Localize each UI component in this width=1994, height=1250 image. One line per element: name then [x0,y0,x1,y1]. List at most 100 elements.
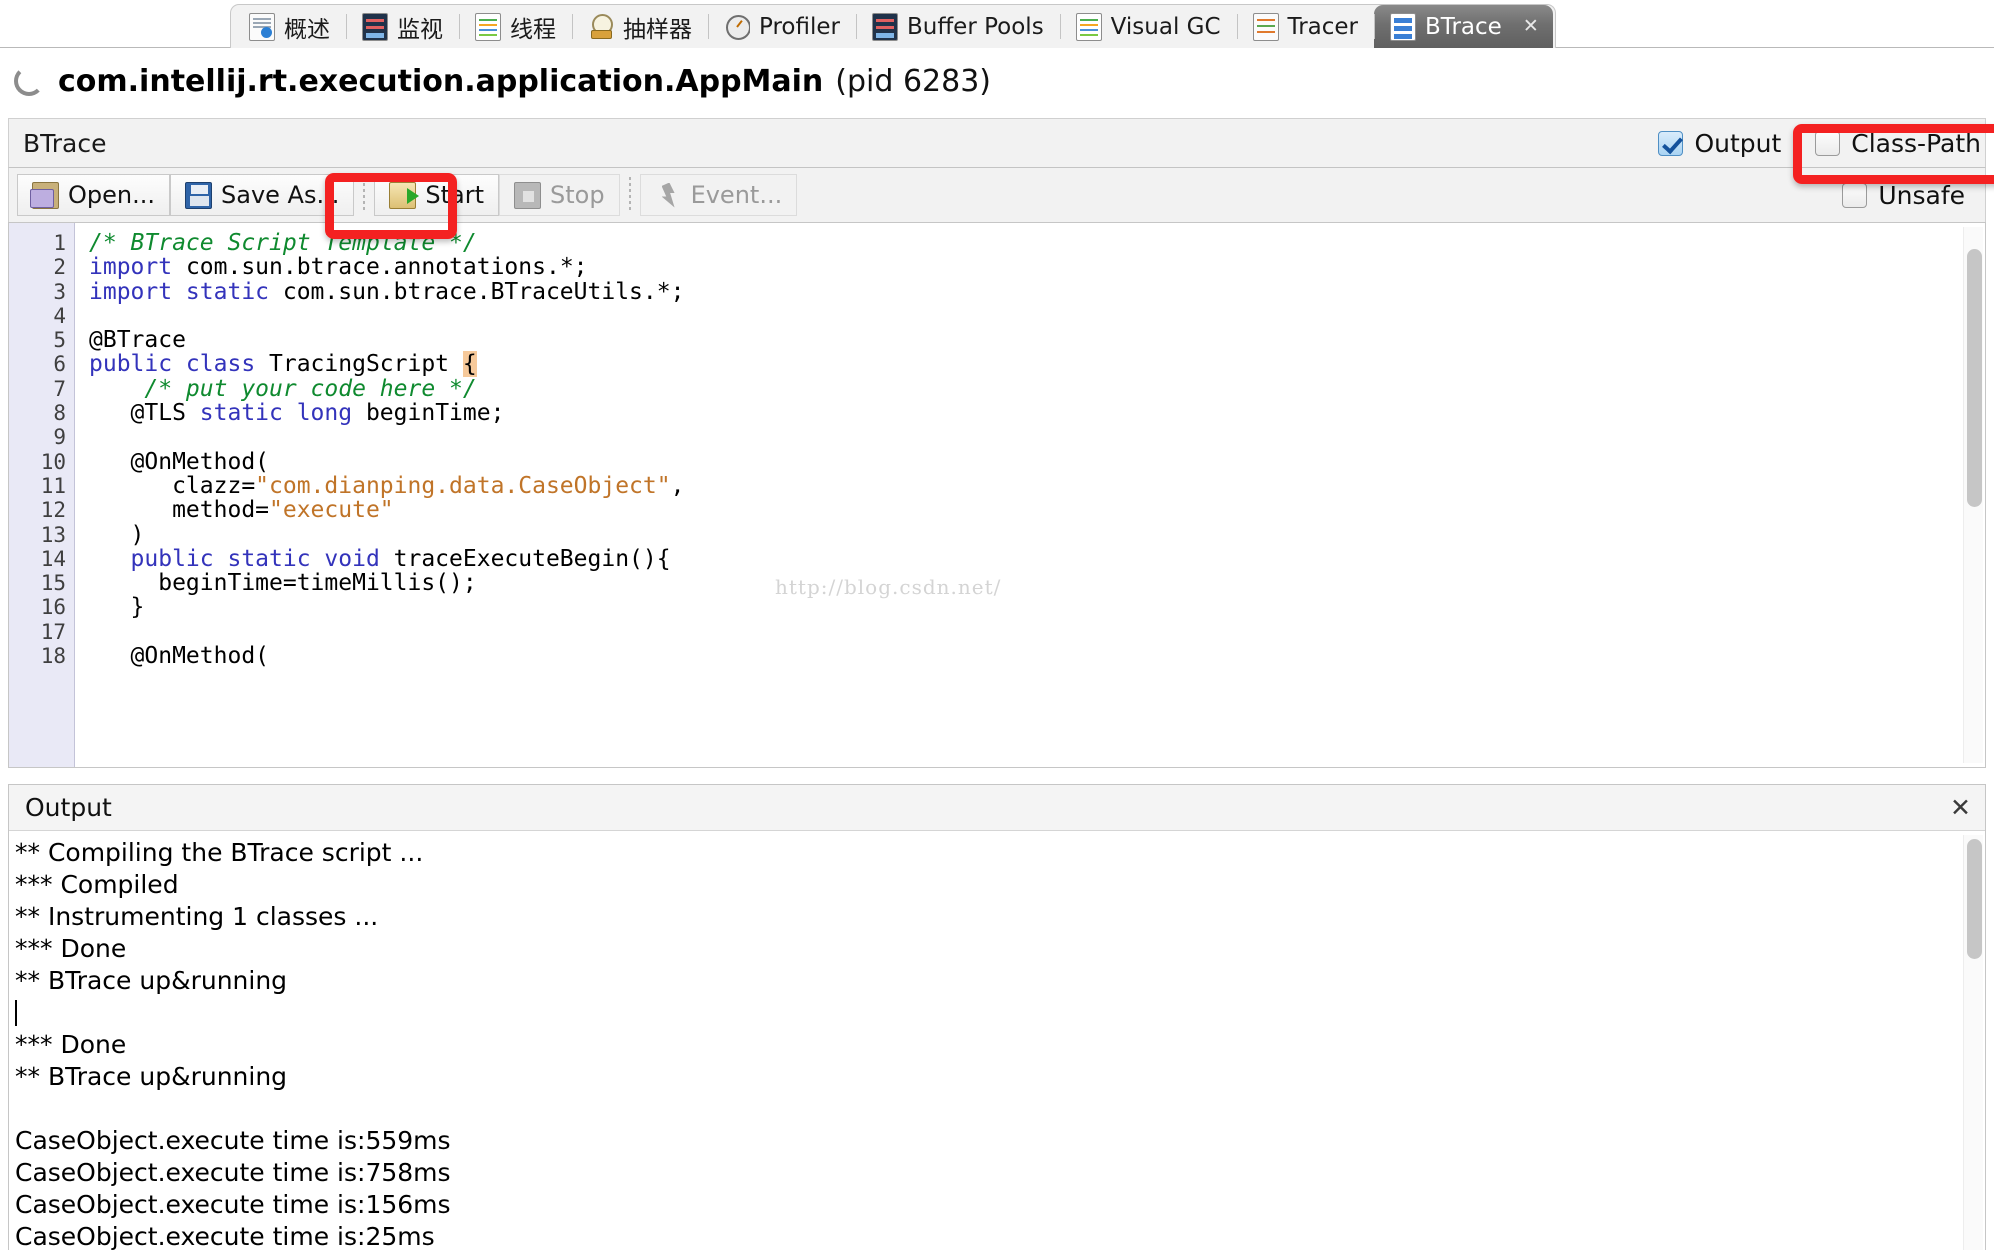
close-icon[interactable]: ✕ [1950,795,1971,820]
tab-visual-gc[interactable]: Visual GC [1059,5,1237,48]
monitor-chart-icon [362,12,388,41]
visual-gc-lines-icon [1075,12,1102,41]
tab-label: Buffer Pools [906,13,1044,40]
class-path-checkbox-row[interactable]: Class-Path [1815,129,1981,158]
code-line: import com.sun.btrace.annotations.*; [89,254,588,281]
start-button[interactable]: Start [374,174,499,216]
open-button[interactable]: Open... [17,174,170,216]
process-id-label: (pid 6283) [835,63,992,99]
tab-threads[interactable]: 线程 [459,5,572,48]
main-tab-bar: 概述 监视 线程 抽样器 Profiler Buffer Pools Visua… [0,0,1994,48]
tab-sampler[interactable]: 抽样器 [572,5,708,48]
code-line: @OnMethod( [89,448,270,475]
lightning-bolt-icon [655,182,682,209]
document-info-icon [249,12,275,41]
tab-tracer[interactable]: Tracer [1236,5,1374,48]
toolbar-right-options: Unsafe [1842,181,1985,210]
tab-label: Profiler [759,13,840,40]
output-vertical-scrollbar[interactable] [1963,835,1983,1250]
script-editor[interactable]: 1 2 3 4 5 6 7 8 9 10 11 12 13 14 15 16 1… [8,222,1986,768]
tab-label: BTrace [1425,13,1502,40]
btrace-visualvm-window: 概述 监视 线程 抽样器 Profiler Buffer Pools Visua… [0,0,1994,1250]
tab-label: 概述 [284,16,330,43]
code-line: clazz="com.dianping.data.CaseObject", [89,472,685,499]
tab-overview[interactable]: 概述 [233,5,346,48]
save-as-button[interactable]: Save As... [170,174,355,216]
floppy-disk-icon [185,181,212,209]
tab-label: 监视 [397,16,443,43]
output-line: ** BTrace up&running [15,1062,288,1091]
code-line: ) [89,521,145,548]
tab-buffer-pools[interactable]: Buffer Pools [855,5,1060,48]
editor-scrollbar-thumb[interactable] [1967,249,1982,507]
btrace-icon [1390,12,1417,41]
stop-square-icon [514,181,541,209]
class-path-checkbox[interactable] [1815,130,1841,156]
code-line: beginTime=timeMillis(); [89,570,477,597]
unsafe-checkbox-label: Unsafe [1878,180,1965,210]
threads-lines-icon [475,12,501,41]
editor-code-area[interactable]: /* BTrace Script Template */ import com.… [75,223,1985,767]
panel-header-options: Output Class-Path [1658,129,1985,158]
line-number: 2 [53,255,66,280]
code-line: /* put your code here */ [89,375,477,402]
output-checkbox[interactable] [1658,130,1684,156]
code-line: public class TracingScript { [89,351,477,378]
sampler-gauge-icon [588,13,614,41]
tab-profiler[interactable]: Profiler [708,5,856,48]
tracer-icon [1252,12,1279,41]
output-caret-line [15,997,1985,1029]
application-title-row: com.intellij.rt.execution.application.Ap… [0,49,1994,113]
watermark-text: http://blog.csdn.net/ [775,575,1002,599]
stop-button[interactable]: Stop [499,174,620,216]
start-button-label: Start [425,181,484,209]
line-number: 10 [40,449,66,474]
save-as-button-label: Save As... [221,181,340,209]
tab-label: 抽样器 [623,16,692,43]
close-icon[interactable]: ✕ [1519,15,1543,39]
code-line: method="execute" [89,497,394,524]
tab-strip: 概述 监视 线程 抽样器 Profiler Buffer Pools Visua… [230,4,1556,48]
profiler-clock-icon [724,13,750,41]
unsafe-checkbox[interactable] [1842,182,1868,208]
btrace-panel-header: BTrace Output Class-Path [8,118,1986,168]
output-line: ** Compiling the BTrace script ... [15,838,424,867]
line-number: 13 [40,522,66,547]
code-line: @BTrace [89,327,186,354]
tab-monitor[interactable]: 监视 [346,5,459,48]
line-number: 12 [40,498,66,523]
line-number: 4 [53,303,66,328]
buffer-pools-chart-icon [871,12,898,41]
output-line: CaseObject.execute time is:156ms [15,1190,451,1219]
folder-open-icon [30,181,59,209]
event-button[interactable]: Event... [639,174,798,216]
line-number: 1 [53,231,66,255]
code-line: public static void traceExecuteBegin(){ [130,545,671,572]
unsafe-checkbox-row[interactable]: Unsafe [1842,181,1965,210]
output-checkbox-row[interactable]: Output [1658,129,1781,158]
tab-label: Tracer [1287,13,1359,40]
editor-line-number-gutter: 1 2 3 4 5 6 7 8 9 10 11 12 13 14 15 16 1… [9,223,75,767]
output-checkbox-label: Output [1694,128,1782,158]
output-line: ** BTrace up&running [15,966,288,995]
stop-button-label: Stop [550,181,605,209]
loading-spinner-icon [14,66,44,96]
toolbar-separator [628,177,631,213]
line-number: 3 [53,279,66,304]
tab-label: 线程 [510,16,556,43]
btrace-toolbar: Open... Save As... Start Stop Event... U… [8,168,1986,222]
output-line: CaseObject.execute time is:559ms [15,1126,451,1155]
line-number: 7 [53,376,66,401]
output-line: CaseObject.execute time is:758ms [15,1158,451,1187]
tab-btrace[interactable]: BTrace ✕ [1374,5,1553,48]
output-line: CaseObject.execute time is:25ms [15,1222,435,1250]
open-button-label: Open... [68,181,155,209]
output-line: *** Done [15,934,127,963]
output-scrollbar-thumb[interactable] [1967,839,1982,959]
editor-vertical-scrollbar[interactable] [1963,227,1983,763]
output-text-area[interactable]: ** Compiling the BTrace script ... *** C… [9,831,1985,1250]
